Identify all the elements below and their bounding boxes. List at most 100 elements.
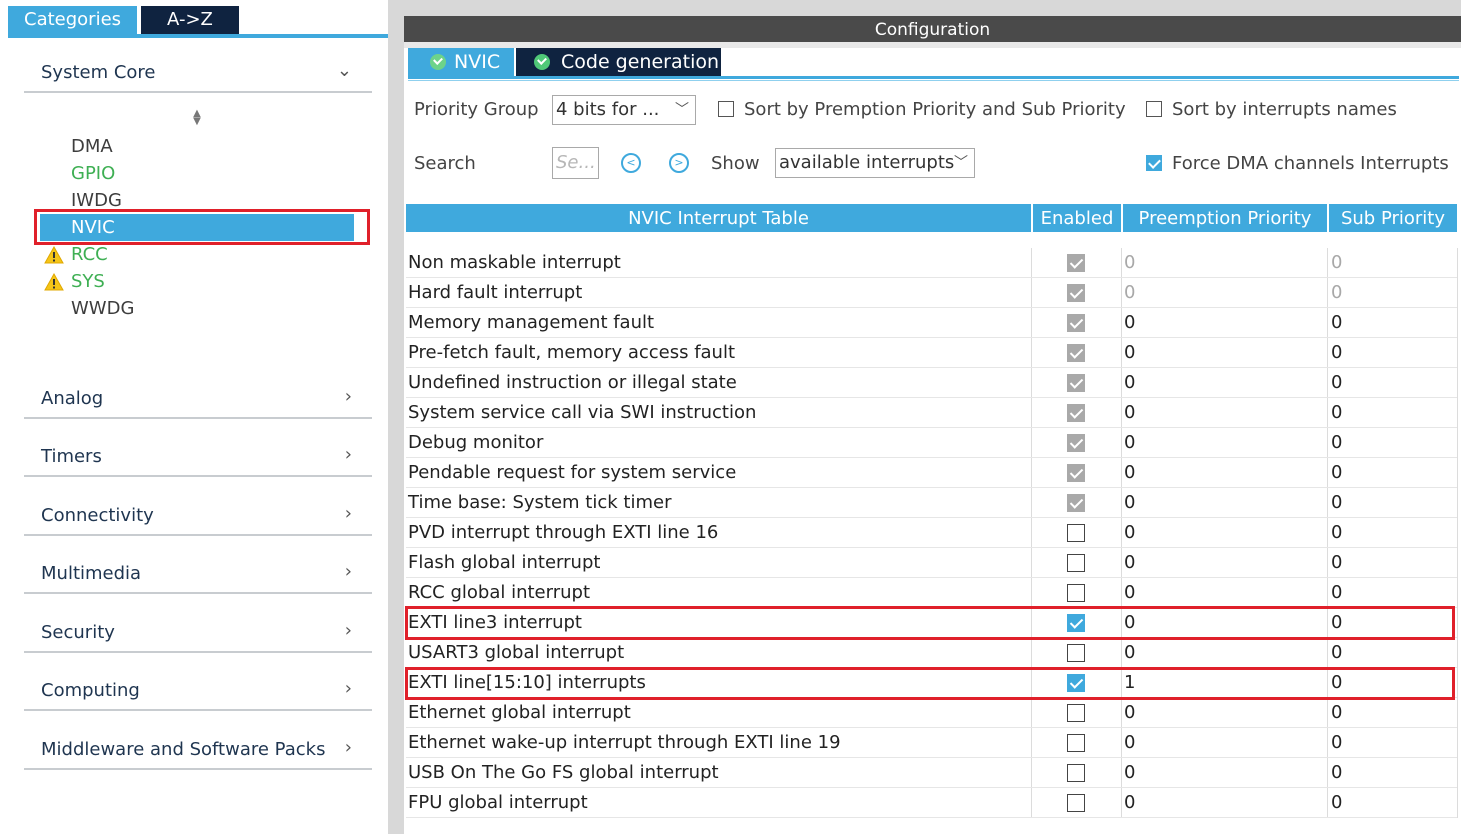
- table-row[interactable]: Pre-fetch fault, memory access fault 0 0: [406, 338, 1457, 368]
- table-row[interactable]: RCC global interrupt 0 0: [406, 578, 1457, 608]
- table-row[interactable]: Undefined instruction or illegal state 0…: [406, 368, 1457, 398]
- tabs-underline: [8, 34, 388, 38]
- core-item-rcc[interactable]: RCC: [71, 242, 108, 268]
- sub-priority[interactable]: 0: [1331, 518, 1342, 548]
- preemption-priority[interactable]: 0: [1124, 578, 1135, 608]
- sub-priority[interactable]: 0: [1331, 638, 1342, 668]
- sub-priority[interactable]: 0: [1331, 728, 1342, 758]
- tab-code-generation[interactable]: Code generation: [516, 48, 721, 76]
- table-row[interactable]: Ethernet wake-up interrupt through EXTI …: [406, 728, 1457, 758]
- category-middleware[interactable]: Middleware and Software Packs ›: [24, 737, 372, 770]
- interrupt-name: Flash global interrupt: [408, 552, 601, 573]
- tab-categories[interactable]: Categories: [8, 6, 138, 34]
- table-row[interactable]: FPU global interrupt 0 0: [406, 788, 1457, 818]
- table-row[interactable]: Non maskable interrupt 0 0: [406, 248, 1457, 278]
- tab-nvic[interactable]: NVIC: [408, 48, 514, 76]
- table-row[interactable]: System service call via SWI instruction …: [406, 398, 1457, 428]
- preemption-priority[interactable]: 0: [1124, 488, 1135, 518]
- enabled-checkbox: [1067, 254, 1085, 272]
- preemption-priority[interactable]: 0: [1124, 548, 1135, 578]
- sub-priority[interactable]: 0: [1331, 338, 1342, 368]
- sub-priority[interactable]: 0: [1331, 548, 1342, 578]
- sort-names-checkbox[interactable]: [1146, 101, 1162, 117]
- preemption-priority[interactable]: 0: [1124, 788, 1135, 818]
- category-timers[interactable]: Timers ›: [24, 444, 372, 477]
- core-item-gpio[interactable]: GPIO: [71, 161, 115, 187]
- enabled-checkbox[interactable]: [1067, 554, 1085, 572]
- category-label: Middleware and Software Packs: [41, 739, 326, 760]
- sort-names-label: Sort by interrupts names: [1172, 99, 1397, 120]
- sub-priority[interactable]: 0: [1331, 428, 1342, 458]
- preemption-priority[interactable]: 0: [1124, 638, 1135, 668]
- category-system-core[interactable]: System Core ⌄: [24, 60, 372, 93]
- preemption-priority[interactable]: 0: [1124, 428, 1135, 458]
- preemption-priority[interactable]: 0: [1124, 458, 1135, 488]
- preemption-priority[interactable]: 0: [1124, 728, 1135, 758]
- table-row[interactable]: Memory management fault 0 0: [406, 308, 1457, 338]
- category-computing[interactable]: Computing ›: [24, 678, 372, 711]
- panel-splitter[interactable]: [388, 0, 404, 834]
- priority-group-select[interactable]: 4 bits for ... ﹀: [552, 95, 696, 125]
- preemption-priority[interactable]: 0: [1124, 398, 1135, 428]
- search-input[interactable]: Se...: [552, 147, 599, 179]
- table-row[interactable]: Ethernet global interrupt 0 0: [406, 698, 1457, 728]
- highlight-box-exti15-10: [405, 667, 1455, 700]
- core-item-wwdg[interactable]: WWDG: [71, 296, 134, 322]
- table-row[interactable]: Time base: System tick timer 0 0: [406, 488, 1457, 518]
- preemption-priority[interactable]: 0: [1124, 518, 1135, 548]
- sub-priority[interactable]: 0: [1331, 788, 1342, 818]
- table-row[interactable]: Flash global interrupt 0 0: [406, 548, 1457, 578]
- sort-premption-checkbox[interactable]: [718, 101, 734, 117]
- column-header-preemption[interactable]: Preemption Priority: [1123, 204, 1327, 232]
- sub-priority[interactable]: 0: [1331, 698, 1342, 728]
- table-row[interactable]: Pendable request for system service 0 0: [406, 458, 1457, 488]
- sub-priority[interactable]: 0: [1331, 458, 1342, 488]
- priority-group-label: Priority Group: [414, 99, 539, 120]
- enabled-checkbox[interactable]: [1067, 704, 1085, 722]
- sub-priority[interactable]: 0: [1331, 308, 1342, 338]
- table-row[interactable]: USART3 global interrupt 0 0: [406, 638, 1457, 668]
- enabled-checkbox[interactable]: [1067, 524, 1085, 542]
- category-label: Computing: [41, 680, 140, 701]
- enabled-checkbox[interactable]: [1067, 734, 1085, 752]
- sort-icon[interactable]: ▲ ▼: [191, 109, 203, 128]
- enabled-checkbox[interactable]: [1067, 584, 1085, 602]
- table-row[interactable]: Debug monitor 0 0: [406, 428, 1457, 458]
- preemption-priority[interactable]: 0: [1124, 308, 1135, 338]
- table-row[interactable]: USB On The Go FS global interrupt 0 0: [406, 758, 1457, 788]
- column-header-name[interactable]: NVIC Interrupt Table: [406, 204, 1031, 232]
- category-analog[interactable]: Analog ›: [24, 386, 372, 419]
- sub-priority[interactable]: 0: [1331, 578, 1342, 608]
- preemption-priority[interactable]: 0: [1124, 698, 1135, 728]
- preemption-priority[interactable]: 0: [1124, 368, 1135, 398]
- sub-priority[interactable]: 0: [1331, 368, 1342, 398]
- search-previous-icon[interactable]: <: [621, 153, 641, 173]
- category-label: Timers: [41, 446, 102, 467]
- category-multimedia[interactable]: Multimedia ›: [24, 561, 372, 594]
- preemption-priority: 0: [1124, 252, 1136, 273]
- sub-priority[interactable]: 0: [1331, 488, 1342, 518]
- sub-priority[interactable]: 0: [1331, 758, 1342, 788]
- search-next-icon[interactable]: >: [669, 153, 689, 173]
- show-label: Show: [711, 153, 760, 174]
- enabled-checkbox[interactable]: [1067, 644, 1085, 662]
- force-dma-checkbox[interactable]: [1146, 155, 1162, 171]
- show-select[interactable]: available interrupts ﹀: [775, 148, 975, 178]
- preemption-priority[interactable]: 0: [1124, 758, 1135, 788]
- category-security[interactable]: Security ›: [24, 620, 372, 653]
- panel-topbar: [404, 0, 1461, 16]
- column-header-sub[interactable]: Sub Priority: [1329, 204, 1457, 232]
- core-item-sys[interactable]: SYS: [71, 269, 105, 295]
- preemption-priority[interactable]: 0: [1124, 338, 1135, 368]
- table-row[interactable]: Hard fault interrupt 0 0: [406, 278, 1457, 308]
- interrupt-name: Memory management fault: [408, 312, 655, 333]
- core-item-dma[interactable]: DMA: [71, 134, 113, 160]
- tab-a-to-z[interactable]: A->Z: [141, 6, 239, 34]
- table-row[interactable]: PVD interrupt through EXTI line 16 0 0: [406, 518, 1457, 548]
- column-header-enabled[interactable]: Enabled: [1033, 204, 1121, 232]
- interrupt-name: FPU global interrupt: [408, 792, 588, 813]
- category-connectivity[interactable]: Connectivity ›: [24, 503, 372, 536]
- enabled-checkbox[interactable]: [1067, 794, 1085, 812]
- sub-priority[interactable]: 0: [1331, 398, 1342, 428]
- enabled-checkbox[interactable]: [1067, 764, 1085, 782]
